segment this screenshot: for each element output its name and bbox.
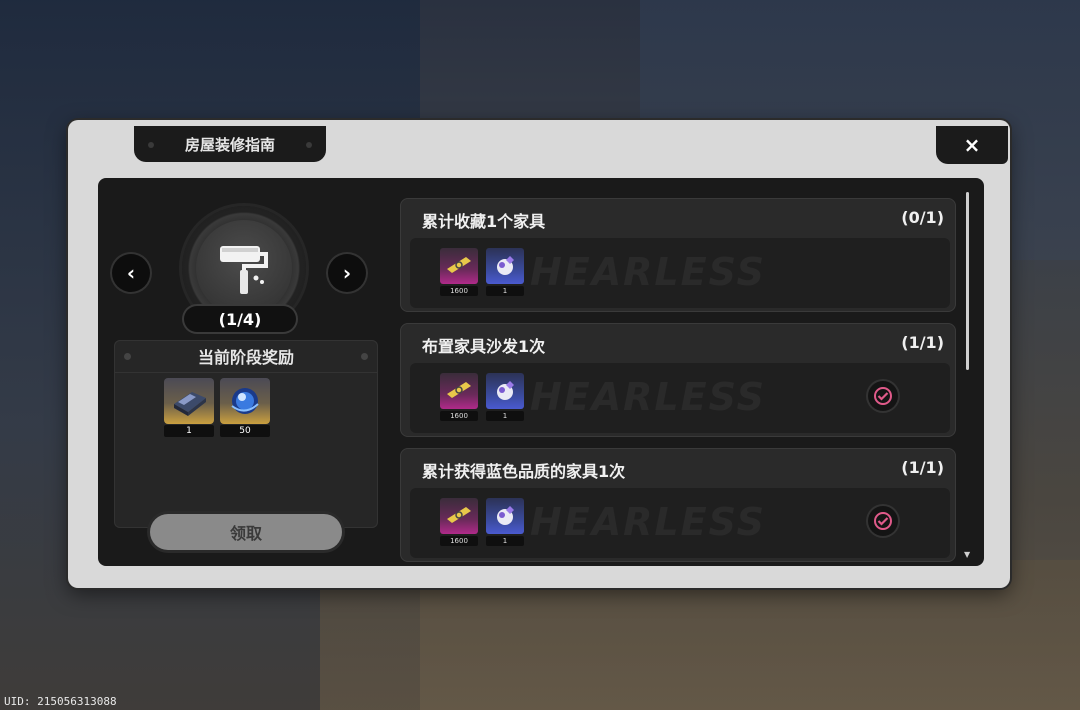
user-id: UID: 215056313088 — [4, 695, 117, 708]
chevron-right-icon: › — [342, 261, 352, 285]
task-reward-item[interactable]: 1 — [486, 373, 524, 423]
task-reward-count: 1 — [486, 411, 524, 421]
decor-dot — [306, 142, 312, 148]
scroll-down-icon[interactable]: ▼ — [964, 550, 970, 559]
current-reward-heading: 当前阶段奖励 — [197, 348, 294, 367]
reward-item[interactable]: 1 — [164, 378, 214, 437]
reward-item[interactable]: 50 — [220, 378, 270, 437]
current-reward-box: 当前阶段奖励 1 50 — [114, 340, 378, 528]
ticket-icon — [440, 498, 478, 534]
decor-dot — [124, 353, 131, 360]
ticket-icon — [440, 248, 478, 284]
task-reward-area: HEARLESS 1600 1 — [410, 238, 950, 308]
decor-dot — [148, 142, 154, 148]
task-title: 累计收藏1个家具 — [422, 212, 546, 231]
paint-roller-icon — [196, 220, 292, 316]
completed-check-icon — [868, 506, 898, 536]
task-reward-area: HEARLESS 1600 1 — [410, 488, 950, 558]
task-reward-item[interactable]: 1600 — [440, 498, 478, 548]
task-progress: (1/1) — [901, 458, 944, 477]
task-reward-area: HEARLESS 1600 1 — [410, 363, 950, 433]
task-reward-count: 1600 — [440, 536, 478, 546]
task-card: 累计获得蓝色品质的家具1次 (1/1) HEARLESS 1600 1 — [400, 448, 956, 562]
reward-item-count: 50 — [220, 425, 270, 437]
watermark-text: HEARLESS — [530, 250, 766, 294]
task-progress: (0/1) — [901, 208, 944, 227]
current-reward-header: 当前阶段奖励 — [114, 340, 378, 373]
claim-button[interactable]: 领取 — [150, 514, 342, 550]
task-reward-count: 1600 — [440, 411, 478, 421]
ticket-icon — [440, 373, 478, 409]
task-reward-item[interactable]: 1 — [486, 498, 524, 548]
task-reward-count: 1600 — [440, 286, 478, 296]
task-title: 布置家具沙发1次 — [422, 337, 546, 356]
crystal-icon — [486, 248, 524, 284]
watermark-text: HEARLESS — [530, 500, 766, 544]
task-reward-item[interactable]: 1 — [486, 248, 524, 298]
decoration-guide-panel: 房屋装修指南 × ‹ › (1/4) 当前阶段奖励 1 50 领取 累计收藏1个… — [68, 120, 1010, 588]
task-reward-item[interactable]: 1600 — [440, 248, 478, 298]
content-area: ‹ › (1/4) 当前阶段奖励 1 50 领取 累计收藏1个家具 (0/1) … — [98, 178, 984, 566]
bed-item-icon — [164, 378, 214, 424]
reward-item-count: 1 — [164, 425, 214, 437]
stage-progress: (1/4) — [184, 306, 296, 332]
crystal-icon — [486, 498, 524, 534]
completed-check-icon — [868, 381, 898, 411]
close-icon: × — [963, 133, 981, 157]
task-title: 累计获得蓝色品质的家具1次 — [422, 462, 626, 481]
prev-stage-button[interactable]: ‹ — [112, 254, 150, 292]
task-card: 累计收藏1个家具 (0/1) HEARLESS 1600 1 — [400, 198, 956, 312]
close-button[interactable]: × — [936, 126, 1008, 164]
blue-orb-item-icon — [220, 378, 270, 424]
task-list-scrollbar[interactable] — [966, 192, 969, 370]
task-card: 布置家具沙发1次 (1/1) HEARLESS 1600 1 — [400, 323, 956, 437]
window-title-tab: 房屋装修指南 — [134, 126, 326, 162]
task-reward-count: 1 — [486, 536, 524, 546]
task-reward-count: 1 — [486, 286, 524, 296]
watermark-text: HEARLESS — [530, 375, 766, 419]
task-progress: (1/1) — [901, 333, 944, 352]
chevron-left-icon: ‹ — [126, 261, 136, 285]
next-stage-button[interactable]: › — [328, 254, 366, 292]
window-title: 房屋装修指南 — [184, 135, 275, 154]
crystal-icon — [486, 373, 524, 409]
task-reward-item[interactable]: 1600 — [440, 373, 478, 423]
decor-dot — [361, 353, 368, 360]
